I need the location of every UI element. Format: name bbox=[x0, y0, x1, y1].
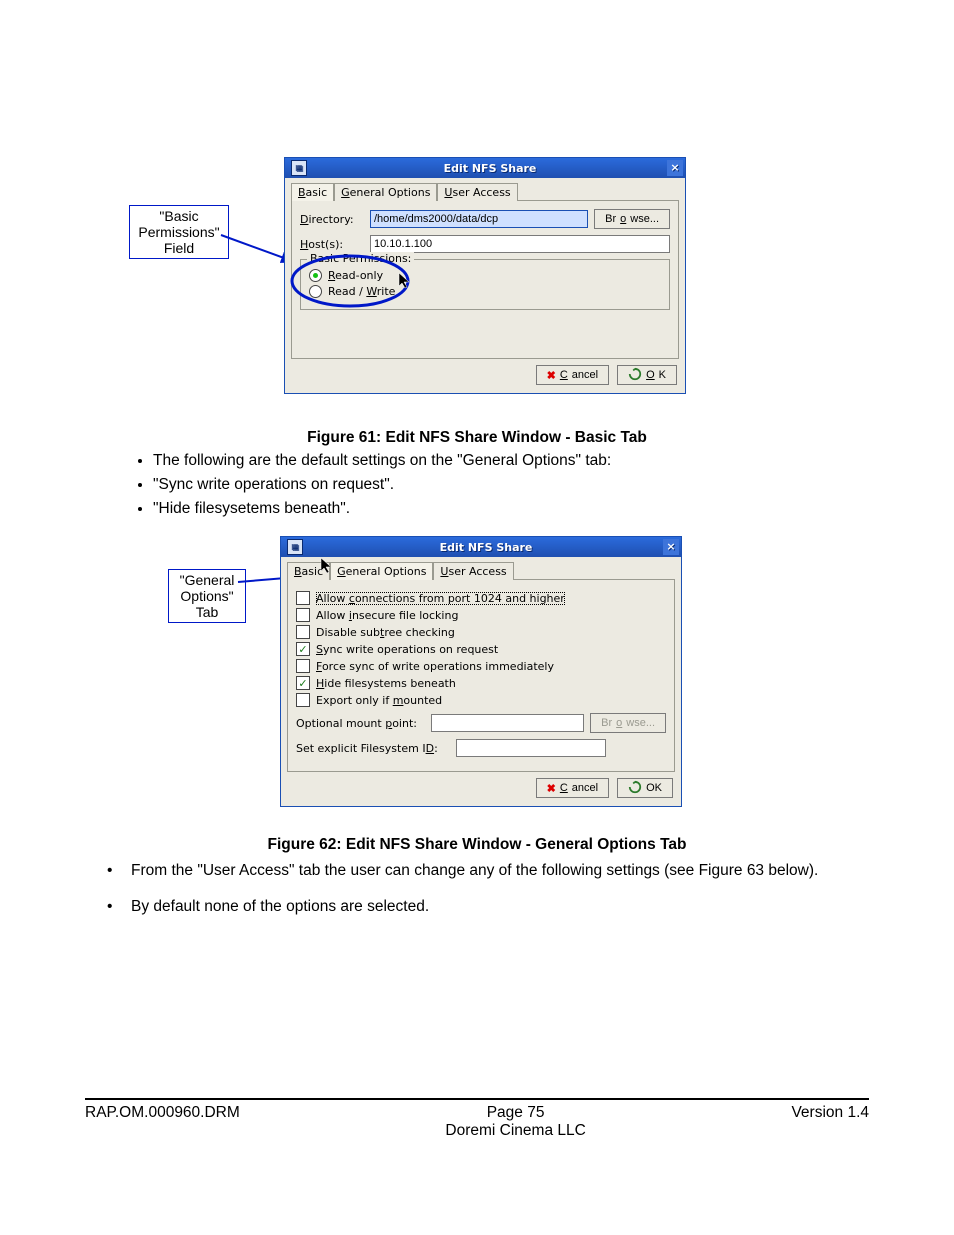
titlebar[interactable]: ▦ Edit NFS Share × bbox=[285, 158, 685, 178]
radio-read-only-label: Read-only bbox=[328, 269, 383, 282]
browse-button[interactable]: Browse... bbox=[594, 209, 670, 229]
ok-button[interactable]: OK bbox=[617, 365, 677, 385]
bullets-after-fig62: • From the "User Access" tab the user ca… bbox=[107, 862, 869, 916]
window-title: Edit NFS Share bbox=[313, 162, 667, 175]
footer-left: RAP.OM.000960.DRM bbox=[85, 1104, 240, 1140]
cancel-icon: ✖ bbox=[547, 782, 556, 795]
opt-export-mounted: Export only if mounted bbox=[316, 694, 442, 707]
radio-read-write-label: Read / Write bbox=[328, 285, 395, 298]
close-icon[interactable]: × bbox=[667, 160, 683, 176]
fsid-label: Set explicit Filesystem ID: bbox=[296, 742, 456, 755]
tab-general-options[interactable]: General Options bbox=[334, 183, 437, 201]
callout-basic-permissions: "Basic Permissions" Field bbox=[129, 205, 229, 259]
chk-sync-write[interactable]: ✓ bbox=[296, 642, 310, 656]
chk-hide-fs[interactable]: ✓ bbox=[296, 676, 310, 690]
radio-read-only[interactable] bbox=[309, 269, 322, 282]
opt-sync-write: Sync write operations on request bbox=[316, 643, 498, 656]
tab-user-access[interactable]: User Access bbox=[433, 562, 513, 580]
cursor-icon bbox=[398, 272, 412, 290]
chk-allow-insecure[interactable] bbox=[296, 608, 310, 622]
tab-basic[interactable]: Basic bbox=[291, 183, 334, 201]
opt-allow-insecure: Allow insecure file locking bbox=[316, 609, 458, 622]
cancel-icon: ✖ bbox=[547, 369, 556, 382]
bullet-item: "Sync write operations on request". bbox=[153, 476, 869, 494]
chk-force-sync[interactable] bbox=[296, 659, 310, 673]
bullet-item: The following are the default settings o… bbox=[153, 452, 869, 470]
callout-general-options: "General Options" Tab bbox=[168, 569, 246, 623]
opt-allow-conn: Allow connections from port 1024 and hig… bbox=[316, 592, 565, 605]
edit-nfs-share-window-basic: ▦ Edit NFS Share × Basic General Options… bbox=[284, 157, 686, 394]
opt-disable-subtree: Disable subtree checking bbox=[316, 626, 455, 639]
opt-force-sync: Force sync of write operations immediate… bbox=[316, 660, 554, 673]
basic-permissions-legend: Basic Permissions: bbox=[307, 252, 414, 265]
footer-page: Page 75 bbox=[487, 1104, 545, 1121]
footer-version: Version 1.4 bbox=[791, 1104, 869, 1140]
tab-user-access[interactable]: User Access bbox=[437, 183, 517, 201]
cancel-button[interactable]: ✖ Cancel bbox=[536, 778, 609, 798]
radio-read-write[interactable] bbox=[309, 285, 322, 298]
ok-icon bbox=[628, 780, 642, 797]
ok-icon bbox=[628, 367, 642, 384]
mount-point-input[interactable] bbox=[431, 714, 584, 732]
bullet-item: From the "User Access" tab the user can … bbox=[131, 862, 869, 880]
basic-permissions-fieldset: Basic Permissions: Read-only Read / Writ… bbox=[300, 259, 670, 310]
ok-button[interactable]: OK bbox=[617, 778, 673, 798]
close-icon[interactable]: × bbox=[663, 539, 679, 555]
titlebar[interactable]: ▦ Edit NFS Share × bbox=[281, 537, 681, 557]
hosts-label: Host(s): bbox=[300, 238, 370, 251]
fsid-input[interactable] bbox=[456, 739, 606, 757]
edit-nfs-share-window-general: ▦ Edit NFS Share × Basic General Options… bbox=[280, 536, 682, 807]
bullets-after-fig61: The following are the default settings o… bbox=[135, 446, 869, 524]
bullet-item: By default none of the options are selec… bbox=[131, 898, 869, 916]
opt-hide-fs: Hide filesystems beneath bbox=[316, 677, 456, 690]
directory-input[interactable] bbox=[370, 210, 588, 228]
footer-company: Doremi Cinema LLC bbox=[445, 1122, 585, 1139]
browse-button: Browse... bbox=[590, 713, 666, 733]
figure-61-caption: Figure 61: Edit NFS Share Window - Basic… bbox=[85, 429, 869, 447]
chk-export-mounted[interactable] bbox=[296, 693, 310, 707]
figure-62-caption: Figure 62: Edit NFS Share Window - Gener… bbox=[85, 836, 869, 854]
window-icon: ▦ bbox=[287, 539, 303, 555]
chk-disable-subtree[interactable] bbox=[296, 625, 310, 639]
cancel-button[interactable]: ✖ Cancel bbox=[536, 365, 609, 385]
page-footer: RAP.OM.000960.DRM Page 75 Doremi Cinema … bbox=[85, 1098, 869, 1140]
window-icon: ▦ bbox=[291, 160, 307, 176]
directory-label: Directory: bbox=[300, 213, 370, 226]
bullet-item: "Hide filesysetems beneath". bbox=[153, 500, 869, 518]
tab-general-options[interactable]: General Options bbox=[330, 562, 433, 580]
chk-allow-conn[interactable] bbox=[296, 591, 310, 605]
hosts-input[interactable] bbox=[370, 235, 670, 253]
mount-point-label: Optional mount point: bbox=[296, 717, 431, 730]
window-title: Edit NFS Share bbox=[309, 541, 663, 554]
